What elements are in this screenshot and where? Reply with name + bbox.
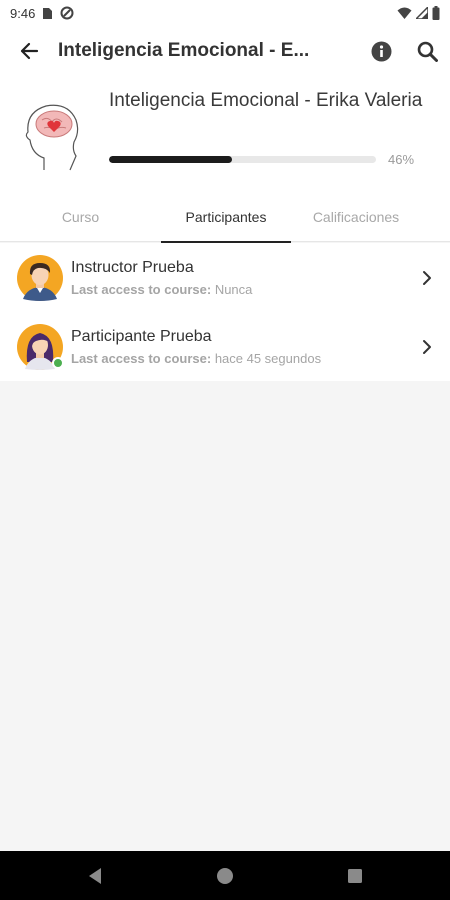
status-bar: 9:46 bbox=[0, 0, 450, 26]
sim-card-icon bbox=[42, 7, 53, 20]
tab-calificaciones[interactable]: Calificaciones bbox=[291, 192, 421, 242]
data-saver-icon bbox=[60, 6, 74, 20]
last-access-value: Nunca bbox=[214, 281, 253, 297]
signal-icon bbox=[416, 7, 428, 19]
last-access-label: Last access to course: bbox=[71, 350, 212, 366]
participant-row-participant[interactable]: Participante Prueba Last access to cours… bbox=[0, 312, 450, 381]
last-access: Last access to course: Nunca bbox=[71, 282, 404, 297]
tab-curso[interactable]: Curso bbox=[0, 192, 161, 242]
participant-info: Instructor Prueba Last access to course:… bbox=[71, 259, 404, 297]
online-status-dot bbox=[52, 356, 64, 369]
course-progress-label: 46% bbox=[388, 152, 415, 167]
participant-name: Instructor Prueba bbox=[71, 258, 194, 276]
nav-back-icon[interactable] bbox=[30, 851, 160, 900]
course-title: Inteligencia Emocional - Erika Valeria bbox=[109, 90, 423, 111]
battery-icon bbox=[432, 6, 440, 20]
last-access-value: hace 45 segundos bbox=[214, 350, 322, 366]
female-avatar bbox=[17, 323, 64, 370]
info-icon[interactable] bbox=[358, 26, 404, 76]
chevron-right-icon[interactable] bbox=[404, 243, 450, 312]
male-avatar bbox=[17, 254, 63, 301]
nav-home-icon[interactable] bbox=[160, 851, 290, 900]
participant-name: Participante Prueba bbox=[71, 327, 212, 345]
page-title: Inteligencia Emocional - E... bbox=[58, 40, 310, 61]
brain-heart-illustration bbox=[22, 98, 86, 174]
course-progress-fill bbox=[109, 156, 232, 163]
participants-list: Instructor Prueba Last access to course:… bbox=[0, 243, 450, 381]
back-arrow-icon[interactable] bbox=[0, 26, 58, 76]
participant-info: Participante Prueba Last access to cours… bbox=[71, 328, 404, 366]
course-header: Inteligencia Emocional - Erika Valeria 4… bbox=[0, 76, 450, 192]
status-time: 9:46 bbox=[10, 5, 36, 21]
last-access: Last access to course: hace 45 segundos bbox=[71, 351, 404, 366]
wifi-icon bbox=[397, 7, 412, 19]
course-progress-bar bbox=[109, 156, 376, 163]
tab-bar: Curso Participantes Calificaciones bbox=[0, 192, 450, 243]
chevron-right-icon[interactable] bbox=[404, 312, 450, 381]
app-bar: Inteligencia Emocional - E... bbox=[0, 26, 450, 76]
last-access-label: Last access to course: bbox=[71, 281, 212, 297]
nav-recents-icon[interactable] bbox=[290, 851, 420, 900]
system-nav-bar bbox=[0, 851, 450, 900]
participant-row-instructor[interactable]: Instructor Prueba Last access to course:… bbox=[0, 243, 450, 312]
tab-participantes[interactable]: Participantes bbox=[161, 192, 291, 243]
search-icon[interactable] bbox=[404, 26, 450, 76]
